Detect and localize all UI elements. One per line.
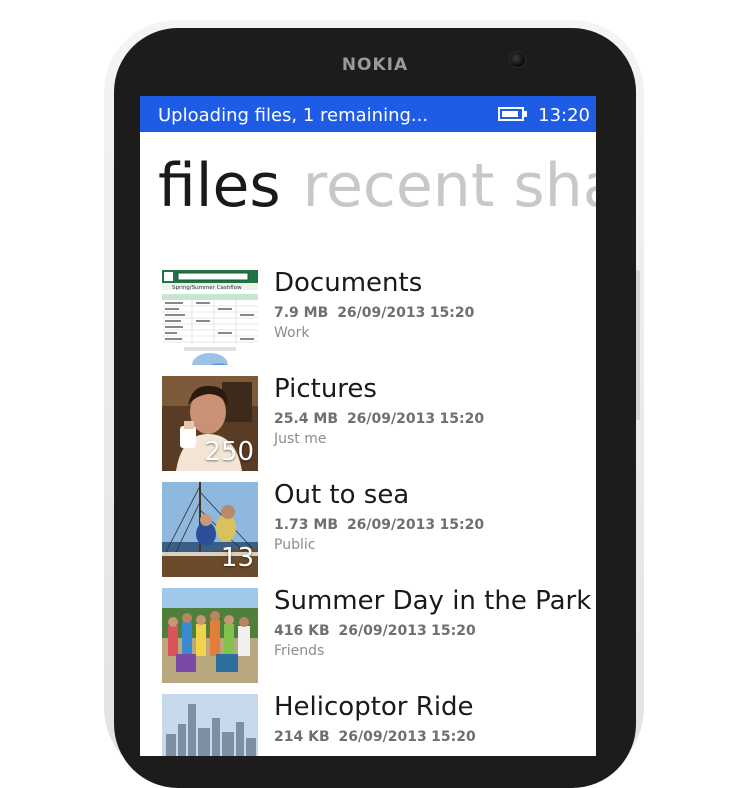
list-item-summer-day-in-the-park[interactable]: Summer Day in the Park 416 KB 26/09/2013…: [162, 586, 592, 683]
file-share-setting: Just me: [274, 431, 327, 447]
photo-count: 13: [220, 543, 254, 573]
clock: 13:20: [538, 105, 590, 126]
file-meta: 1.73 MB 26/09/2013 15:20: [274, 517, 484, 533]
file-date: 26/09/2013: [346, 517, 436, 533]
file-share-setting: Friends: [274, 643, 325, 659]
list-item-helicoptor-ride[interactable]: Helicoptor Ride 214 KB 26/09/2013 15:20: [162, 692, 592, 756]
file-time: 15:20: [439, 411, 485, 427]
status-bar: Uploading files, 1 remaining... 13:20: [140, 96, 596, 132]
file-size: 416 KB: [274, 623, 330, 639]
file-date: 26/09/2013: [338, 623, 427, 639]
file-date: 26/09/2013: [338, 729, 427, 745]
list-item-out-to-sea[interactable]: 13 Out to sea 1.73 MB 26/09/2013 15:20 P…: [162, 480, 592, 577]
file-time: 15:20: [431, 623, 476, 639]
sailboat-photo-icon: 13: [162, 482, 258, 577]
file-time: 15:20: [439, 517, 485, 533]
volume-key[interactable]: [636, 270, 640, 420]
battery-level: [502, 111, 518, 117]
battery-icon: [498, 107, 524, 121]
file-size: 1.73 MB: [274, 517, 339, 533]
battery-tip: [524, 111, 527, 117]
file-share-setting: Work: [274, 325, 310, 341]
city-skyline-photo-icon: [162, 694, 258, 756]
thumbnail-caption: Spring/Summer Cashflow: [172, 285, 242, 291]
brand-logo: NOKIA: [341, 55, 409, 75]
file-name: Documents: [274, 268, 423, 298]
pivot-item-recent-shared[interactable]: recent sha: [303, 151, 596, 221]
pivot-header: files recent sha: [158, 151, 596, 221]
file-name: Pictures: [274, 374, 377, 404]
file-size: 25.4 MB: [274, 411, 339, 427]
file-name: Helicoptor Ride: [274, 692, 474, 722]
file-share-setting: Public: [274, 537, 316, 553]
spreadsheet-graphic: Spring/Summer Cashflow: [162, 270, 258, 365]
woman-portrait-photo-icon: 250: [162, 376, 258, 471]
file-date: 26/09/2013: [346, 411, 436, 427]
skyline-graphic: [162, 694, 258, 756]
file-meta: 214 KB 26/09/2013 15:20: [274, 729, 476, 745]
spreadsheet-thumbnail-icon: Spring/Summer Cashflow: [162, 270, 258, 365]
screen: Uploading files, 1 remaining... 13:20 fi…: [140, 96, 596, 756]
file-name: Summer Day in the Park: [274, 586, 592, 616]
list-item-documents[interactable]: Spring/Summer Cashflow Documents 7.9 MB …: [162, 268, 592, 365]
photo-count: 250: [204, 437, 254, 467]
file-meta: 25.4 MB 26/09/2013 15:20: [274, 411, 484, 427]
file-size: 214 KB: [274, 729, 330, 745]
group-in-park-photo-icon: [162, 588, 258, 683]
park-graphic: [162, 588, 258, 683]
file-time: 15:20: [431, 729, 476, 745]
file-size: 7.9 MB: [274, 305, 329, 321]
pivot-item-files[interactable]: files: [158, 151, 281, 221]
upload-status-text: Uploading files, 1 remaining...: [158, 105, 429, 126]
file-name: Out to sea: [274, 480, 410, 510]
file-date: 26/09/2013: [337, 305, 426, 321]
file-meta: 416 KB 26/09/2013 15:20: [274, 623, 476, 639]
list-item-pictures[interactable]: 250 Pictures 25.4 MB 26/09/2013 15:20 Ju…: [162, 374, 592, 471]
file-time: 15:20: [429, 305, 475, 321]
front-camera: [509, 51, 526, 68]
file-meta: 7.9 MB 26/09/2013 15:20: [274, 305, 474, 321]
